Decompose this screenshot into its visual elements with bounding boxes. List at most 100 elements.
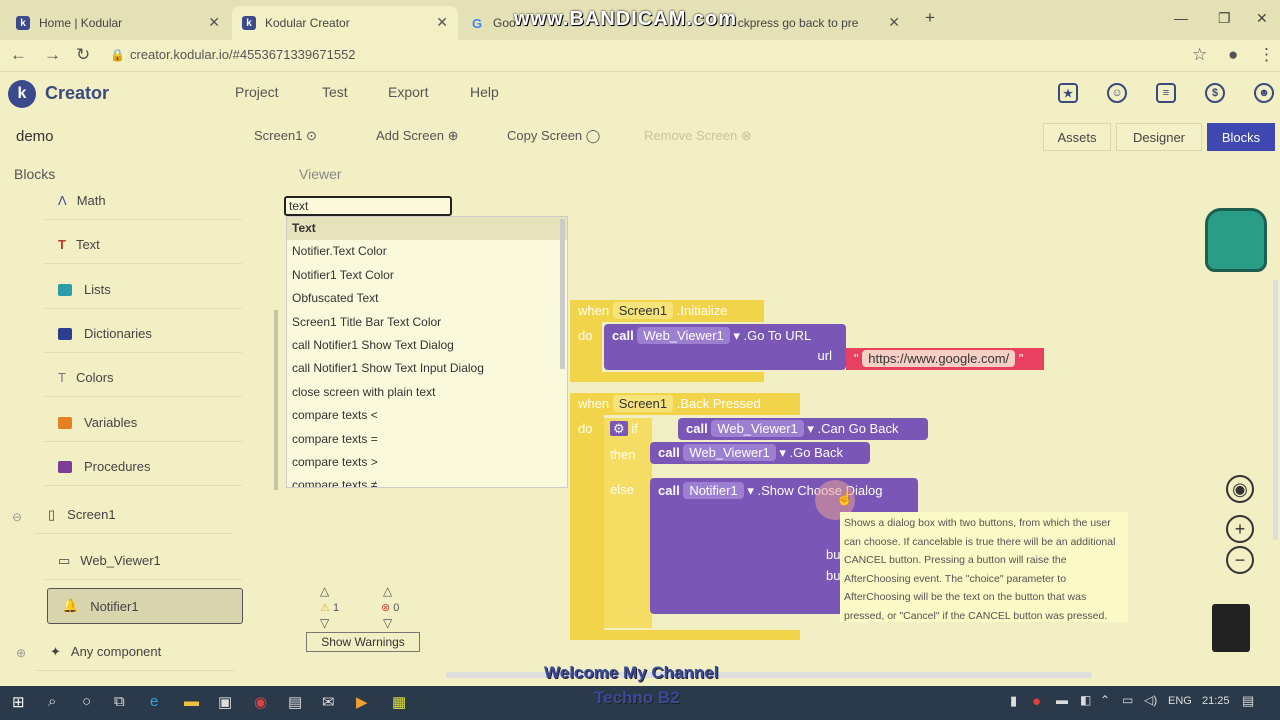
import-folder-icon[interactable]: ★ <box>1058 83 1078 103</box>
close-tab-icon[interactable]: ✕ <box>436 14 448 31</box>
network-icon[interactable]: ▭ <box>1122 693 1133 707</box>
star-icon[interactable]: ☆ <box>1192 45 1207 65</box>
dropdown-item[interactable]: compare texts ≠ <box>287 474 567 487</box>
blocks-button[interactable]: Blocks <box>1207 123 1275 151</box>
go-to-url-block[interactable]: call Web_Viewer1 ▾ .Go To URL url <box>604 324 846 370</box>
component-selector[interactable]: Web_Viewer1 <box>711 420 804 437</box>
component-selector[interactable]: Web_Viewer1 <box>637 327 730 344</box>
workspace-scrollbar[interactable] <box>1273 280 1278 540</box>
url-string-block[interactable]: " https://www.google.com/ " <box>846 348 1044 370</box>
record-icon[interactable]: ● <box>1032 693 1041 710</box>
dropdown-item[interactable]: Notifier.Text Color <box>287 240 567 263</box>
chrome-icon[interactable]: ◉ <box>254 693 267 711</box>
dropdown-item[interactable]: call Notifier1 Show Text Input Dialog <box>287 357 567 380</box>
sidebar-item-text[interactable]: T Text <box>44 226 242 264</box>
copy-screen-button[interactable]: Copy Screen ◯ <box>507 128 600 144</box>
sidebar-item-notifier1[interactable]: 🔔 Notifier1 <box>47 588 243 624</box>
tray-icon[interactable]: ◧ <box>1080 693 1091 707</box>
dropdown-item[interactable]: close screen with plain text <box>287 381 567 404</box>
trash-icon[interactable] <box>1212 604 1250 652</box>
volume-icon[interactable]: ◁) <box>1144 693 1157 707</box>
designer-button[interactable]: Designer <box>1116 123 1202 151</box>
screen-selector[interactable]: Screen1 <box>612 302 674 319</box>
mic-icon[interactable]: ▮ <box>1010 693 1017 709</box>
sidebar-item-variables[interactable]: Variables <box>44 404 242 442</box>
sidebar-item-dictionaries[interactable]: Dictionaries <box>44 315 242 353</box>
forward-icon[interactable]: → <box>44 45 61 65</box>
add-screen-button[interactable]: Add Screen ⊕ <box>376 128 458 144</box>
show-warnings-button[interactable]: Show Warnings <box>306 632 420 652</box>
sidebar-scrollbar[interactable] <box>274 310 278 490</box>
screen-selector[interactable]: Screen1 <box>612 395 674 412</box>
maximize-icon[interactable]: ❐ <box>1218 10 1231 27</box>
assets-button[interactable]: Assets <box>1043 123 1111 151</box>
backpack-icon[interactable] <box>1205 208 1267 272</box>
minimize-icon[interactable]: — <box>1174 10 1188 26</box>
zoom-in-icon[interactable]: + <box>1226 515 1254 543</box>
sidebar-item-screen1[interactable]: ▯ Screen1 <box>34 496 232 534</box>
go-back-block[interactable]: call Web_Viewer1 ▾ .Go Back <box>650 442 870 464</box>
edge-icon[interactable]: e <box>150 693 158 710</box>
url-field[interactable]: creator.kodular.io/#4553671339671552 <box>130 47 356 62</box>
mail-icon[interactable]: ✉ <box>322 693 335 711</box>
dropdown-item[interactable]: compare texts < <box>287 404 567 427</box>
menu-help[interactable]: Help <box>470 84 499 100</box>
tray-icon[interactable]: ▬ <box>1056 693 1068 707</box>
sidebar-item-colors[interactable]: T Colors <box>44 359 242 397</box>
more-icon[interactable]: ⋮ <box>1258 45 1275 65</box>
recenter-icon[interactable]: ◉ <box>1226 475 1254 503</box>
cortana-icon[interactable]: ○ <box>82 693 91 710</box>
close-window-icon[interactable]: ✕ <box>1256 10 1268 27</box>
account-icon[interactable]: ☻ <box>1254 83 1274 103</box>
block-search-input[interactable]: text <box>284 196 452 216</box>
menu-project[interactable]: Project <box>235 84 279 100</box>
close-tab-icon[interactable]: ✕ <box>208 14 220 31</box>
dollar-icon[interactable]: $ <box>1205 83 1225 103</box>
task-view-icon[interactable]: ⧉ <box>114 693 125 710</box>
dropdown-item[interactable]: compare texts > <box>287 451 567 474</box>
dropdown-scrollbar[interactable] <box>560 219 565 369</box>
tab-home-kodular[interactable]: k Home | Kodular ✕ <box>6 6 230 40</box>
clock[interactable]: 21:25 <box>1202 695 1230 707</box>
component-selector[interactable]: Notifier1 <box>683 482 744 499</box>
chevron-up-icon[interactable]: ⌃ <box>1100 693 1110 707</box>
dropdown-item[interactable]: call Notifier1 Show Text Dialog <box>287 334 567 357</box>
profile-icon[interactable]: ● <box>1228 45 1238 65</box>
dropdown-item[interactable]: Text <box>287 217 567 241</box>
close-tab-icon[interactable]: ✕ <box>888 14 900 31</box>
search-icon[interactable]: ⌕ <box>48 693 56 710</box>
tab-kodular-creator[interactable]: k Kodular Creator ✕ <box>232 6 458 40</box>
remove-screen-button[interactable]: Remove Screen ⊗ <box>644 128 752 144</box>
windows-start-icon[interactable]: ⊞ <box>12 693 25 711</box>
can-go-back-block[interactable]: call Web_Viewer1 ▾ .Can Go Back <box>678 418 928 440</box>
warning-down-icon[interactable]: ▽ <box>320 616 329 630</box>
notifications-icon[interactable]: ▤ <box>1242 693 1254 709</box>
error-up-icon[interactable]: △ <box>383 584 392 598</box>
app-icon[interactable]: ▤ <box>288 693 302 711</box>
file-explorer-icon[interactable]: ▬ <box>184 693 199 710</box>
sidebar-item-math[interactable]: Λ Math <box>44 192 242 220</box>
new-tab-button[interactable]: + <box>925 8 935 28</box>
initialize-event-block[interactable]: when Screen1 .Initialize <box>570 300 764 322</box>
documents-icon[interactable]: ≡ <box>1156 83 1176 103</box>
sidebar-item-procedures[interactable]: Procedures <box>44 448 242 486</box>
warning-up-icon[interactable]: △ <box>320 584 329 598</box>
gear-icon[interactable]: ⚙ <box>610 421 628 436</box>
menu-export[interactable]: Export <box>388 84 428 100</box>
sidebar-item-web-viewer1[interactable]: ▭ Web_Viewer1 <box>44 542 242 580</box>
back-icon[interactable]: ← <box>10 45 27 65</box>
app-icon[interactable]: ▦ <box>392 693 406 711</box>
menu-test[interactable]: Test <box>322 84 348 100</box>
workspace-hscrollbar[interactable] <box>446 672 1092 678</box>
app-icon[interactable]: ▶ <box>356 693 368 711</box>
language-indicator[interactable]: ENG <box>1168 695 1192 707</box>
zoom-out-icon[interactable]: − <box>1226 546 1254 574</box>
sidebar-item-lists[interactable]: Lists <box>44 271 242 309</box>
if-block[interactable]: ⚙ if then else <box>604 418 652 628</box>
expand-icon[interactable]: ⊕ <box>16 646 26 660</box>
collapse-icon[interactable]: ⊖ <box>12 510 22 524</box>
palette-icon[interactable]: ☺ <box>1107 83 1127 103</box>
screen-select[interactable]: Screen1 ⊙ <box>254 128 317 144</box>
back-pressed-event-block[interactable]: when Screen1 .Back Pressed <box>570 393 800 415</box>
dropdown-item[interactable]: Obfuscated Text <box>287 287 567 310</box>
